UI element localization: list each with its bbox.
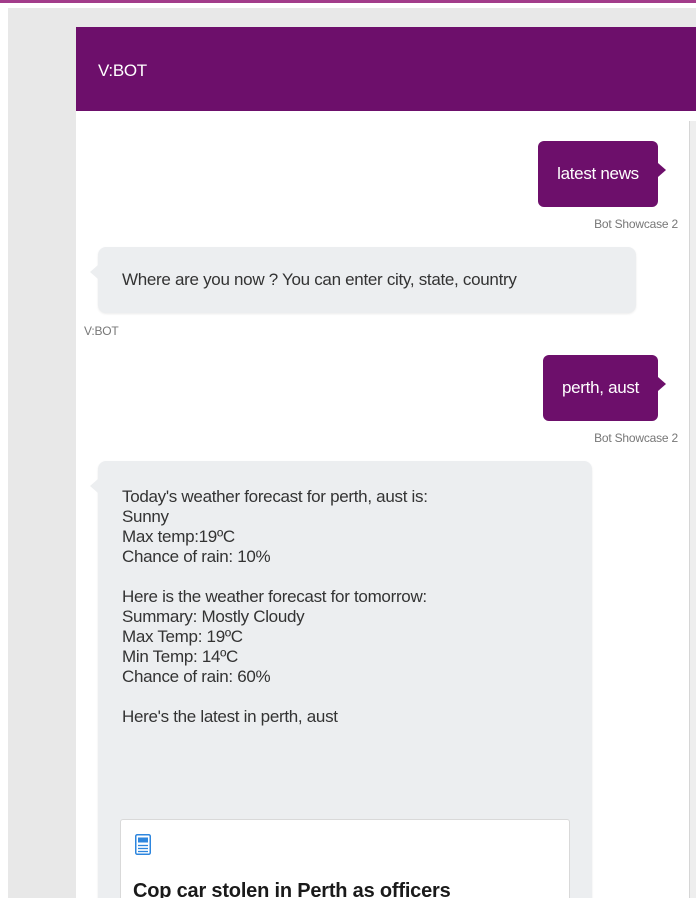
message-text: latest news [557, 164, 639, 183]
scrollbar[interactable] [689, 121, 696, 898]
message-list[interactable]: latest news Bot Showcase 2 Where are you… [76, 111, 688, 898]
top-accent-rule [0, 0, 696, 3]
bot-message-bubble: Where are you now ? You can enter city, … [90, 247, 636, 313]
news-intro-line: Here's the latest in perth, aust [122, 707, 338, 726]
message-text: Where are you now ? You can enter city, … [122, 270, 517, 289]
user-message-bubble: latest news [538, 141, 666, 207]
message-sender: Bot Showcase 2 [594, 431, 678, 445]
user-message-bubble: perth, aust [543, 355, 666, 421]
weather-line: Min Temp: 14ºC [122, 647, 239, 666]
chat-title: V:BOT [98, 61, 147, 80]
weather-line: Summary: Mostly Cloudy [122, 607, 305, 626]
message-text: perth, aust [561, 378, 640, 397]
weather-line: Max temp:19ºC [122, 527, 235, 546]
weather-line: Sunny [122, 507, 169, 526]
message-sender: V:BOT [84, 324, 119, 338]
weather-line: Today's weather forecast for perth, aust… [122, 487, 428, 506]
bot-message-bubble: Today's weather forecast for perth, aust… [90, 461, 592, 898]
newspaper-icon [135, 834, 151, 855]
weather-line: Max Temp: 19ºC [122, 627, 243, 646]
weather-line: Chance of rain: 10% [122, 547, 271, 566]
chat-header: V:BOT [76, 27, 696, 111]
chat-window: V:BOT latest news Bot Showcase 2 Where a… [76, 27, 696, 898]
weather-line: Chance of rain: 60% [122, 667, 271, 686]
weather-line: Here is the weather forecast for tomorro… [122, 587, 427, 606]
news-card[interactable]: Cop car stolen in Perth as officers [120, 819, 570, 898]
message-sender: Bot Showcase 2 [594, 217, 678, 231]
news-card-title[interactable]: Cop car stolen in Perth as officers [133, 880, 451, 898]
